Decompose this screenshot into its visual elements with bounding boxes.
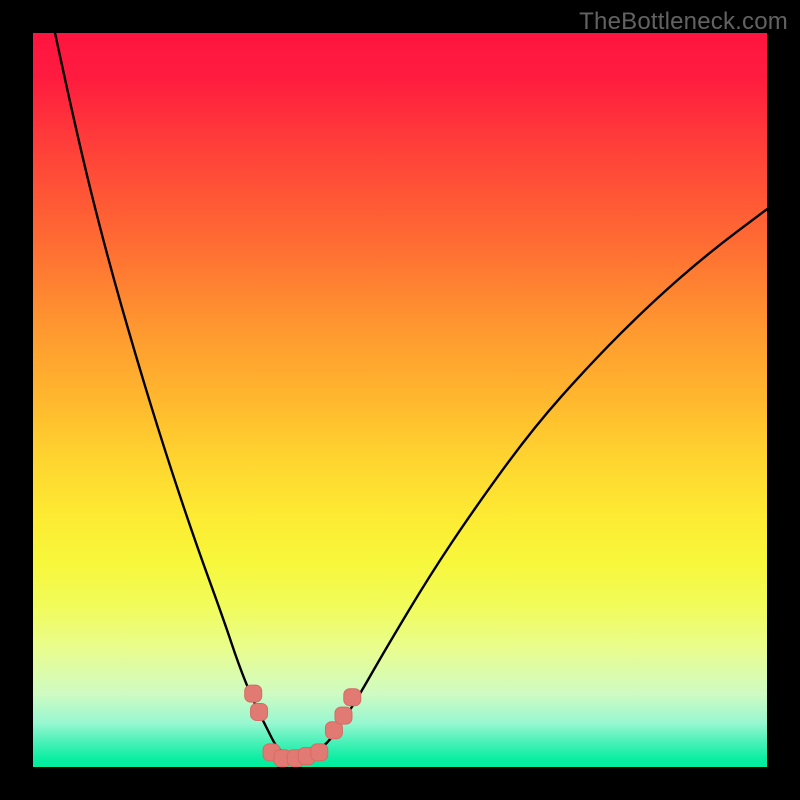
plot-area [33,33,767,767]
watermark-text: TheBottleneck.com [579,8,788,36]
chart-frame: TheBottleneck.com [0,0,800,800]
